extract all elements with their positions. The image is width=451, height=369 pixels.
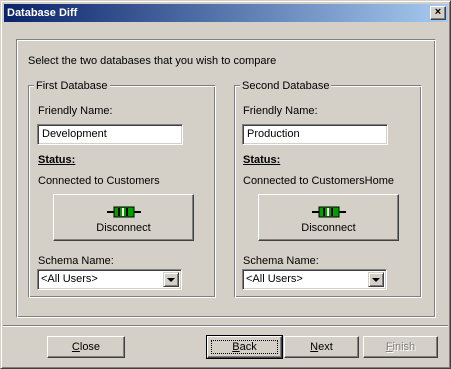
title-bar[interactable]: Database Diff × — [4, 4, 448, 22]
first-disconnect-button[interactable]: Disconnect — [53, 194, 194, 241]
second-disconnect-label: Disconnect — [301, 222, 356, 234]
finish-button[interactable]: Finish — [363, 336, 438, 358]
chevron-down-icon[interactable] — [163, 272, 179, 287]
first-status-label: Status: — [38, 154, 76, 166]
plug-connector-icon — [312, 206, 346, 218]
bottom-separator — [3, 325, 448, 327]
close-window-icon[interactable]: × — [430, 6, 446, 20]
second-schema-name-value: <All Users> — [246, 273, 303, 285]
second-database-group-label: Second Database — [240, 80, 332, 92]
database-diff-dialog: Database Diff × Select the two databases… — [0, 0, 451, 369]
first-schema-name-value: <All Users> — [41, 273, 98, 285]
first-status-text: Connected to Customers — [38, 175, 160, 187]
second-status-label: Status: — [243, 154, 281, 166]
first-disconnect-label: Disconnect — [96, 222, 151, 234]
second-schema-name-select[interactable]: <All Users> — [242, 269, 387, 290]
instruction-text: Select the two databases that you wish t… — [28, 55, 277, 67]
second-friendly-name-input[interactable]: Production — [242, 124, 388, 145]
second-schema-name-label: Schema Name: — [243, 255, 319, 267]
second-friendly-name-label: Friendly Name: — [243, 105, 318, 117]
first-database-group-label: First Database — [34, 80, 110, 92]
close-button[interactable]: Close — [47, 336, 125, 358]
chevron-down-icon[interactable] — [368, 272, 384, 287]
second-disconnect-button[interactable]: Disconnect — [258, 194, 399, 241]
first-friendly-name-label: Friendly Name: — [38, 105, 113, 117]
first-schema-name-label: Schema Name: — [38, 255, 114, 267]
next-button[interactable]: Next — [284, 336, 359, 358]
back-button[interactable]: Back — [206, 335, 283, 359]
second-status-text: Connected to CustomersHome — [243, 175, 395, 187]
first-friendly-name-input[interactable]: Development — [37, 124, 183, 145]
window-title: Database Diff — [7, 7, 78, 19]
first-schema-name-select[interactable]: <All Users> — [37, 269, 182, 290]
plug-connector-icon — [107, 206, 141, 218]
